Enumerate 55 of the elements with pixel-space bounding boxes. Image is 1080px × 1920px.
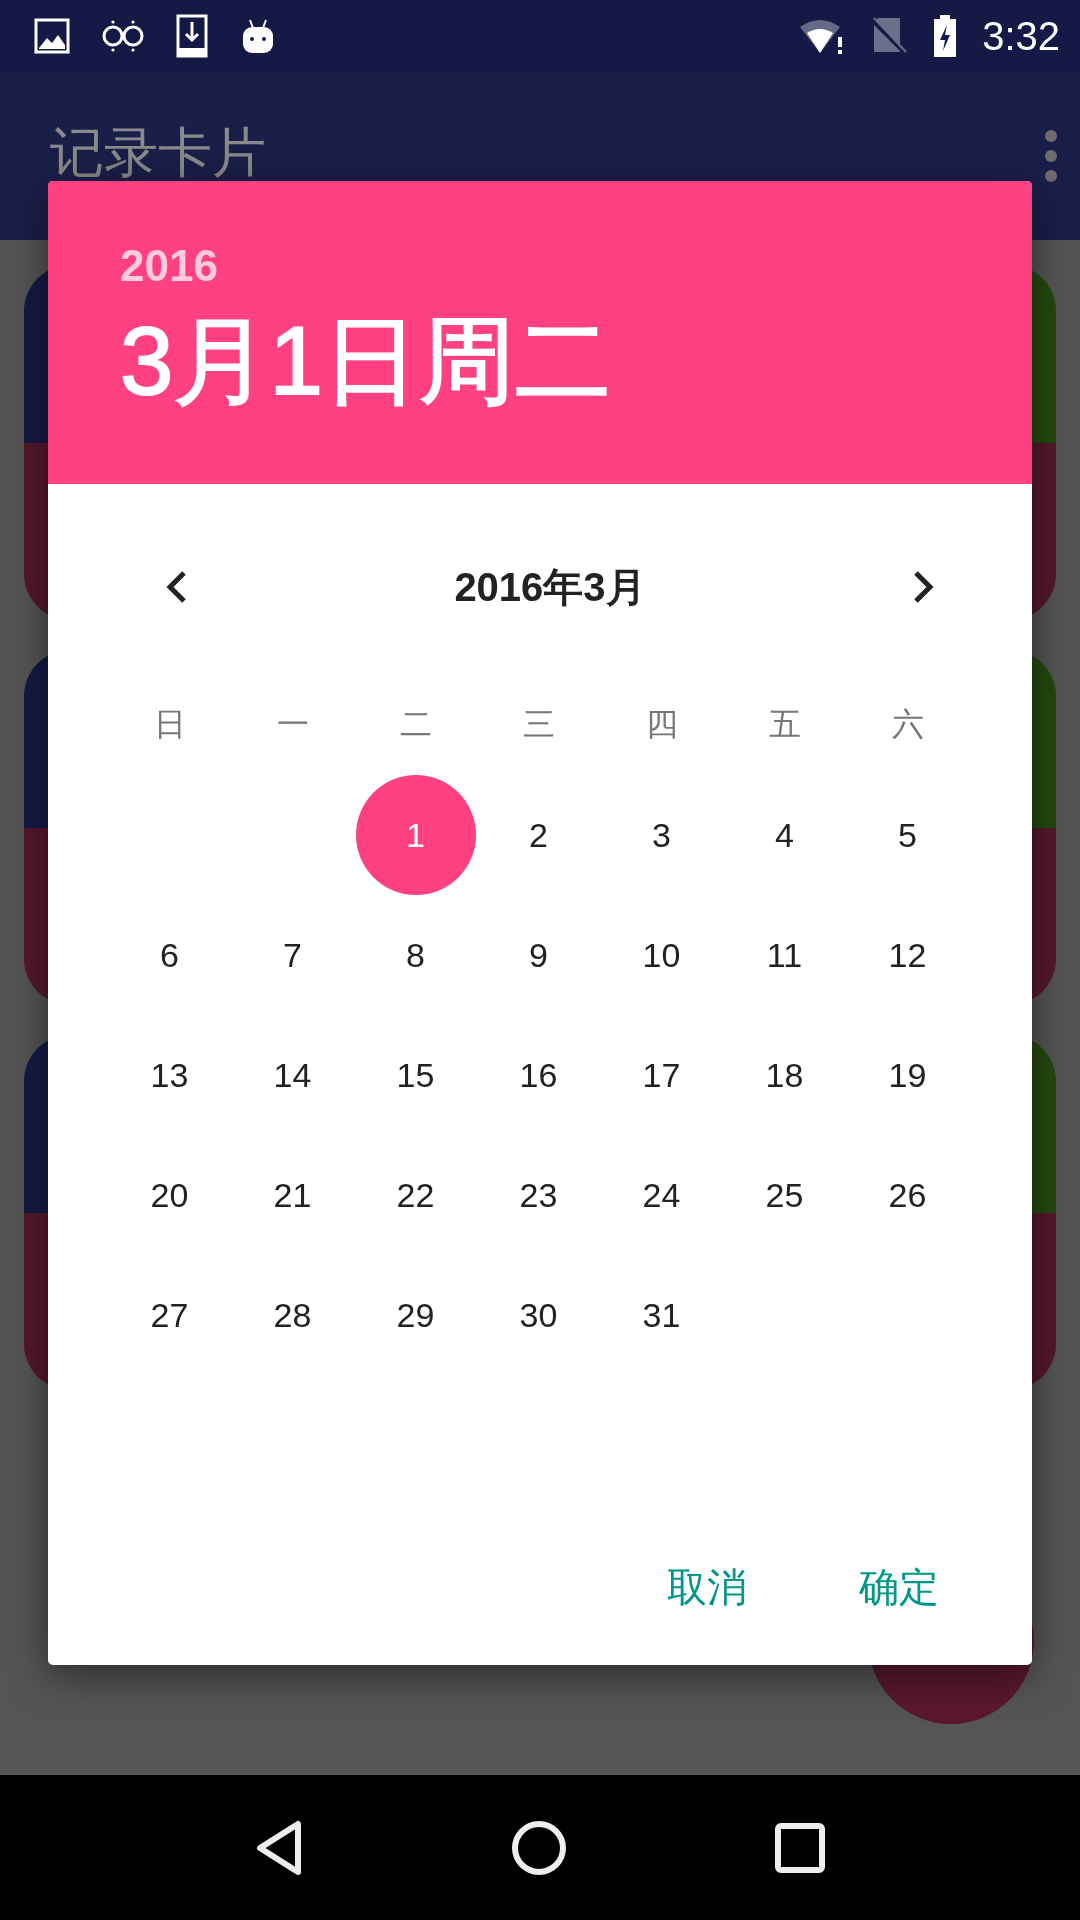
day-cell[interactable]: 4	[724, 775, 845, 895]
day-cell[interactable]: 8	[355, 895, 476, 1015]
day-cell[interactable]: 16	[478, 1015, 599, 1135]
day-cell[interactable]: 22	[355, 1135, 476, 1255]
day-cell[interactable]: 12	[847, 895, 968, 1015]
day-cell[interactable]: 20	[109, 1135, 230, 1255]
day-cell[interactable]: 18	[724, 1015, 845, 1135]
home-icon	[511, 1819, 567, 1876]
chevron-right-icon	[912, 569, 936, 605]
day-cell[interactable]: 31	[601, 1255, 722, 1375]
no-sim-icon	[870, 16, 909, 56]
download-icon	[176, 14, 208, 58]
recents-icon	[774, 1821, 827, 1874]
day-cell[interactable]: 11	[724, 895, 845, 1015]
day-cell[interactable]: 29	[355, 1255, 476, 1375]
weekday-label: 日	[153, 705, 186, 744]
day-cell[interactable]: 14	[232, 1015, 353, 1135]
weekday-label: 四	[645, 705, 678, 744]
weekday-label: 五	[768, 705, 801, 744]
cancel-button[interactable]: 取消	[649, 1548, 765, 1627]
day-cell[interactable]: 5	[847, 775, 968, 895]
day-cell[interactable]: 28	[232, 1255, 353, 1375]
rings-icon	[102, 19, 144, 53]
day-cell[interactable]: 2	[478, 775, 599, 895]
day-cell[interactable]: 6	[109, 895, 230, 1015]
weekday-label: 二	[399, 705, 432, 744]
day-cell[interactable]: 15	[355, 1015, 476, 1135]
day-cell[interactable]: 3	[601, 775, 722, 895]
day-cell[interactable]: 19	[847, 1015, 968, 1135]
weekday-label: 六	[891, 705, 924, 744]
battery-charging-icon	[934, 15, 957, 57]
wifi-icon	[798, 17, 845, 55]
day-cell[interactable]: 24	[601, 1135, 722, 1255]
weekday-label: 三	[522, 705, 555, 744]
day-cell[interactable]: 17	[601, 1015, 722, 1135]
day-cell[interactable]: 13	[109, 1015, 230, 1135]
app-title: 记录卡片	[50, 120, 266, 184]
day-cell[interactable]: 26	[847, 1135, 968, 1255]
month-title: 2016年3月	[454, 563, 646, 611]
day-cell[interactable]: 27	[109, 1255, 230, 1375]
clock-time: 3:32	[982, 13, 1060, 59]
chevron-left-icon	[164, 569, 188, 605]
day-cell[interactable]: 7	[232, 895, 353, 1015]
image-icon	[34, 18, 70, 54]
selected-date: 3月1日周二	[120, 306, 612, 416]
day-cell[interactable]: 23	[478, 1135, 599, 1255]
ok-button[interactable]: 确定	[841, 1548, 957, 1627]
day-cell[interactable]: 9	[478, 895, 599, 1015]
day-cell[interactable]: 21	[232, 1135, 353, 1255]
day-cell[interactable]: 30	[478, 1255, 599, 1375]
day-cell[interactable]: 25	[724, 1135, 845, 1255]
overflow-menu-icon	[1044, 129, 1058, 183]
day-cell[interactable]: 10	[601, 895, 722, 1015]
weekday-label: 一	[276, 705, 309, 744]
robot-icon	[240, 18, 276, 54]
